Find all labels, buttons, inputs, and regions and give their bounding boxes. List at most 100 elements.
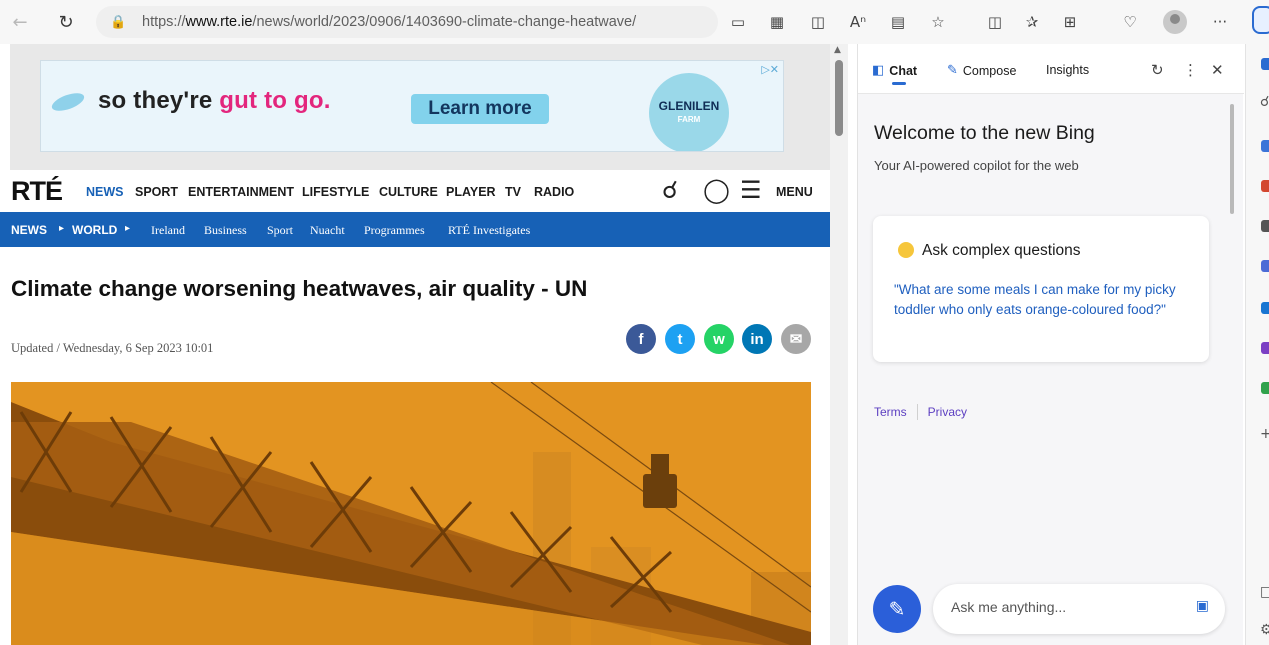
back-icon[interactable]: ← [6, 8, 34, 36]
ad-brand-sub: FARM [677, 115, 701, 124]
page-scroll-thumb[interactable] [835, 60, 843, 136]
favorites-list-icon[interactable]: ✰ [1020, 10, 1044, 34]
url-domain: www.rte.ie [185, 14, 253, 30]
search-icon[interactable]: ☌ [662, 176, 678, 204]
url-path: /news/world/2023/0906/1403690-climate-ch… [252, 14, 637, 30]
user-icon[interactable]: ◯ [703, 176, 730, 204]
active-tab-indicator [892, 82, 906, 85]
nav-sport[interactable]: SPORT [135, 185, 178, 199]
profile-avatar[interactable] [1163, 10, 1187, 34]
refresh-icon[interactable]: ↻ [1151, 61, 1164, 79]
subnav-programmes[interactable]: Programmes [364, 223, 425, 238]
device-icon[interactable]: ▭ [726, 10, 750, 34]
split-screen-icon[interactable]: ◫ [806, 10, 830, 34]
read-aloud-icon[interactable]: Aⁿ [846, 10, 870, 34]
bing-sidebar: ◧ Chat ✎ Compose Insights ↻ ⋮ ✕ Welcome … [857, 44, 1244, 645]
article-photo [11, 382, 811, 645]
visual-search-icon[interactable]: ▣ [1196, 598, 1209, 614]
nav-entertainment[interactable]: ENTERTAINMENT [188, 185, 294, 199]
lock-icon: 🔒 [110, 14, 127, 30]
more-icon[interactable]: ··· [1208, 10, 1232, 34]
tab-insights-label: Insights [1046, 63, 1090, 77]
collections-icon[interactable]: ⊞ [1058, 10, 1082, 34]
bing-welcome-title: Welcome to the new Bing [874, 122, 1095, 144]
subnav-sport[interactable]: Sport [267, 223, 293, 238]
bing-chat-icon[interactable] [1252, 6, 1269, 34]
nav-player[interactable]: PLAYER [446, 185, 496, 199]
menu-label[interactable]: MENU [776, 185, 813, 199]
chevron-right-icon: ▸ [125, 223, 131, 234]
twitter-share-icon[interactable]: t [665, 324, 695, 354]
card-title: Ask complex questions [922, 242, 1081, 259]
card-question[interactable]: "What are some meals I can make for my p… [894, 280, 1194, 320]
breadcrumb: NEWS ▸ WORLD ▸ Ireland Business Sport Nu… [0, 212, 830, 247]
chevron-right-icon: ▸ [59, 223, 65, 234]
tab-insights[interactable]: Insights [1046, 63, 1089, 77]
games-icon[interactable] [1261, 220, 1269, 232]
nav-radio[interactable]: RADIO [534, 185, 574, 199]
search-icon[interactable]: ☌ [1260, 94, 1269, 110]
ad-slogan: so they're gut to go. [98, 87, 331, 115]
bing-tagline: Your AI-powered copilot for the web [874, 158, 1079, 173]
tab-compose-label: Compose [962, 63, 1017, 78]
designer-icon[interactable] [1261, 342, 1269, 354]
facebook-share-icon[interactable]: f [626, 324, 656, 354]
outlook-icon[interactable] [1261, 302, 1269, 314]
subnav-ireland[interactable]: Ireland [151, 223, 185, 238]
favorite-star-icon[interactable]: ☆ [926, 10, 950, 34]
apps-icon[interactable]: ▦ [765, 10, 789, 34]
breadcrumb-news[interactable]: NEWS [11, 223, 47, 237]
ad-band: so they're gut to go. Learn more GLENILE… [10, 44, 830, 170]
scroll-up-icon[interactable]: ▲ [834, 45, 841, 55]
office-icon[interactable] [1261, 260, 1269, 272]
rte-logo[interactable]: RTÉ [11, 176, 63, 207]
nav-news[interactable]: NEWS [86, 185, 124, 199]
nav-lifestyle[interactable]: LIFESTYLE [302, 185, 369, 199]
bing-scroll-thumb[interactable] [1230, 104, 1234, 214]
ad-learn-more-button[interactable]: Learn more [411, 94, 549, 124]
nav-tv[interactable]: TV [505, 185, 521, 199]
subnav-rte-investigates[interactable]: RTÉ Investigates [448, 223, 530, 238]
page-scrollbar[interactable]: ▲ [830, 44, 848, 645]
ad-slogan-a: so they're [98, 87, 220, 114]
nav-culture[interactable]: CULTURE [379, 185, 438, 199]
immersive-reader-icon[interactable]: ▤ [886, 10, 910, 34]
ask-box[interactable]: ▣ [933, 584, 1225, 634]
more-options-icon[interactable]: ⋮ [1183, 61, 1198, 79]
tools-icon[interactable] [1261, 180, 1269, 192]
settings-gear-icon[interactable]: ⚙ [1260, 622, 1269, 638]
breadcrumb-world[interactable]: WORLD [72, 223, 117, 237]
advertisement[interactable]: so they're gut to go. Learn more GLENILE… [40, 60, 784, 152]
discover-icon[interactable] [1261, 58, 1269, 70]
shopping-icon[interactable] [1261, 140, 1269, 152]
edge-sidebar-rail: ☌ + □ ⚙ [1245, 44, 1269, 645]
tab-chat-label: Chat [889, 63, 918, 78]
subnav-business[interactable]: Business [204, 223, 247, 238]
ask-input[interactable] [951, 599, 1171, 615]
thinking-face-icon [898, 242, 914, 258]
linkedin-share-icon[interactable]: in [742, 324, 772, 354]
close-icon[interactable]: ✕ [1211, 61, 1224, 79]
add-icon[interactable]: + [1260, 426, 1269, 442]
sidebar-layout-icon[interactable]: □ [1260, 584, 1269, 600]
url-prefix: https:// [142, 14, 186, 30]
privacy-link[interactable]: Privacy [928, 405, 967, 419]
terms-link[interactable]: Terms [874, 405, 907, 419]
bridge-smog-image [11, 382, 811, 645]
refresh-icon[interactable]: ↻ [52, 8, 80, 36]
address-bar[interactable]: 🔒 https://www.rte.ie/news/world/2023/090… [96, 6, 718, 38]
email-share-icon[interactable]: ✉ [781, 324, 811, 354]
ad-choices-icon[interactable]: ▷✕ [761, 63, 779, 76]
subnav-nuacht[interactable]: Nuacht [310, 223, 345, 238]
article-headline: Climate change worsening heatwaves, air … [11, 276, 588, 301]
tab-compose[interactable]: ✎ Compose [947, 63, 1016, 78]
drop-icon[interactable] [1261, 382, 1269, 394]
menu-icon[interactable]: ☰ [740, 176, 762, 204]
tab-chat[interactable]: ◧ Chat [872, 63, 917, 78]
split-window-icon[interactable]: ◫ [983, 10, 1007, 34]
health-icon[interactable]: ♡ [1118, 10, 1142, 34]
suggestion-card[interactable]: Ask complex questions "What are some mea… [873, 216, 1209, 362]
divider [916, 404, 918, 420]
new-topic-broom-icon[interactable]: ✎ [873, 585, 921, 633]
whatsapp-share-icon[interactable]: w [704, 324, 734, 354]
